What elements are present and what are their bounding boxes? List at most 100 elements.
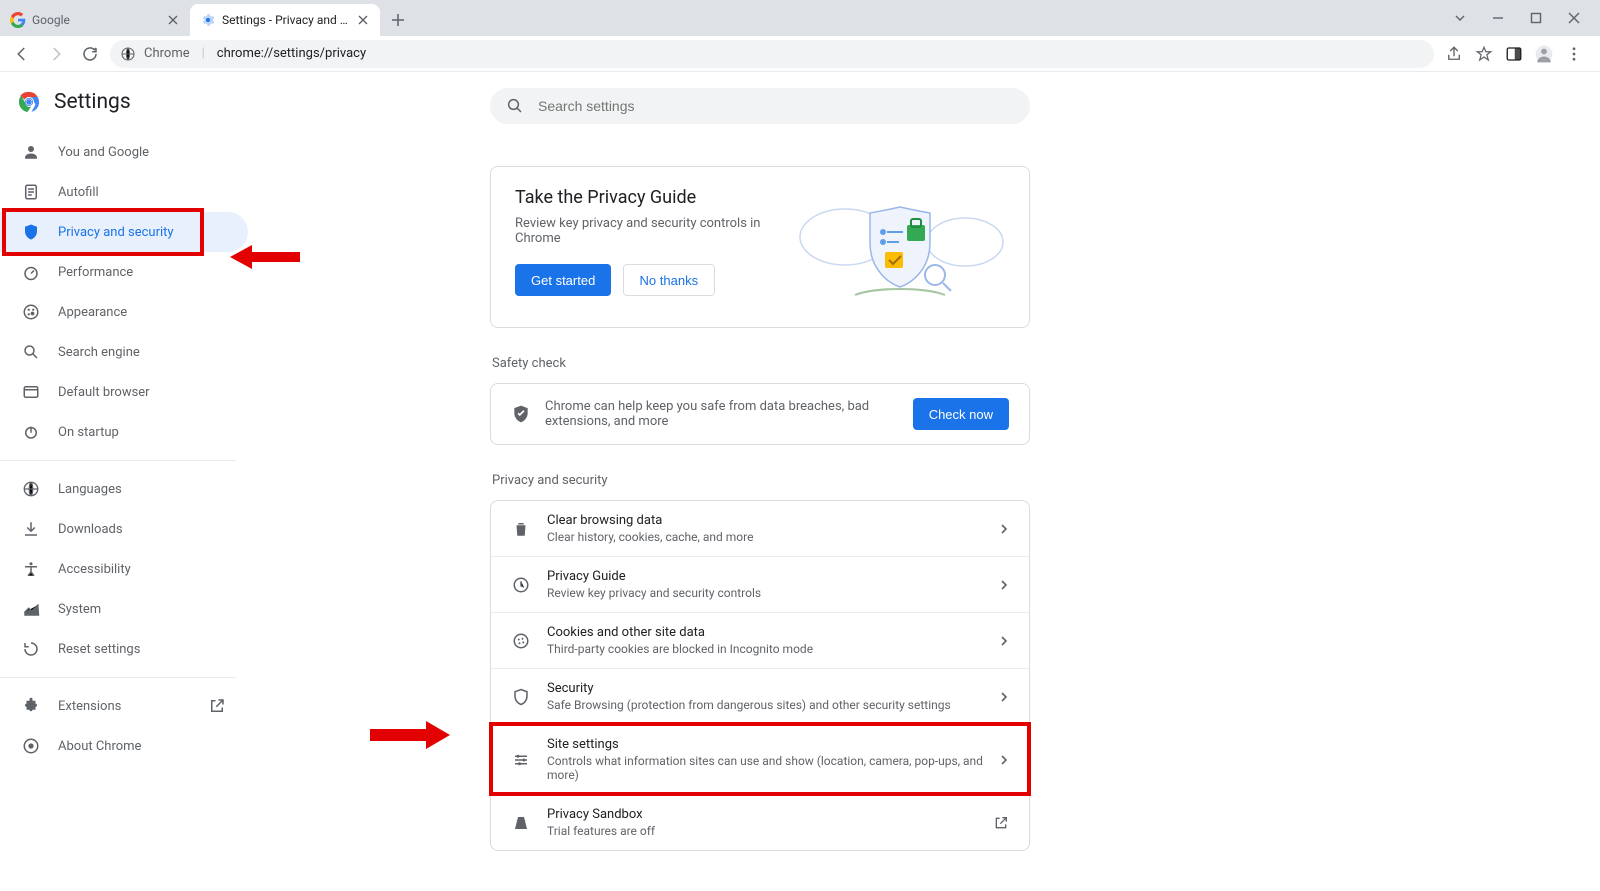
check-now-button[interactable]: Check now <box>913 398 1009 430</box>
reload-button[interactable] <box>76 40 104 68</box>
search-icon <box>506 97 524 115</box>
safety-check-card: Chrome can help keep you safe from data … <box>490 383 1030 445</box>
open-external-icon <box>208 697 226 715</box>
privacy-guide-title: Take the Privacy Guide <box>515 187 775 208</box>
performance-icon <box>22 263 40 281</box>
chevron-down-icon[interactable] <box>1446 4 1474 32</box>
nav-item-reset-settings[interactable]: Reset settings <box>0 629 248 669</box>
new-tab-button[interactable] <box>384 6 412 34</box>
settings-search[interactable] <box>490 88 1030 124</box>
nav-item-label: Default browser <box>58 385 150 400</box>
nav-item-label: Performance <box>58 265 133 280</box>
safety-check-text: Chrome can help keep you safe from data … <box>545 399 899 429</box>
close-tab-icon[interactable] <box>356 13 370 27</box>
side-panel-icon[interactable] <box>1500 40 1528 68</box>
browser-tab-settings[interactable]: Settings - Privacy and security <box>190 4 380 36</box>
default-browser-icon <box>22 383 40 401</box>
nav-item-about-chrome[interactable]: About Chrome <box>0 726 248 766</box>
site-info-icon[interactable] <box>120 46 136 62</box>
back-button[interactable] <box>8 40 36 68</box>
row-clear-browsing-data[interactable]: Clear browsing data Clear history, cookie… <box>491 501 1029 556</box>
row-security[interactable]: SecuritySafe Browsing (protection from d… <box>491 668 1029 724</box>
browser-tab-google[interactable]: Google <box>0 4 190 36</box>
window-buttons <box>1434 0 1600 36</box>
annotation-arrow-right <box>370 718 450 752</box>
profile-avatar[interactable] <box>1530 40 1558 68</box>
nav-item-label: About Chrome <box>58 739 141 754</box>
bookmark-icon[interactable] <box>1470 40 1498 68</box>
privacy-guide-card: Take the Privacy Guide Review key privac… <box>490 166 1030 328</box>
nav-item-label: Languages <box>58 482 122 497</box>
close-tab-icon[interactable] <box>166 13 180 27</box>
minimize-window-button[interactable] <box>1484 4 1512 32</box>
site-settings-icon <box>511 751 531 769</box>
nav-item-label: Appearance <box>58 305 127 320</box>
nav-item-accessibility[interactable]: Accessibility <box>0 549 248 589</box>
close-window-button[interactable] <box>1560 4 1588 32</box>
settings-sidebar: Settings You and GoogleAutofillPrivacy a… <box>0 72 260 891</box>
row-title: Privacy Guide <box>547 569 983 584</box>
chevron-right-icon <box>999 580 1009 590</box>
clear-browsing-data-icon <box>511 520 531 538</box>
row-title: Security <box>547 681 983 696</box>
languages-icon <box>22 480 40 498</box>
nav-item-on-startup[interactable]: On startup <box>0 412 248 452</box>
settings-search-input[interactable] <box>536 97 1014 115</box>
nav-item-system[interactable]: System <box>0 589 248 629</box>
row-title: Privacy Sandbox <box>547 807 977 822</box>
on-startup-icon <box>22 423 40 441</box>
shield-check-icon <box>511 404 531 424</box>
get-started-button[interactable]: Get started <box>515 264 611 296</box>
nav-item-label: Privacy and security <box>58 225 174 240</box>
nav-item-search-engine[interactable]: Search engine <box>0 332 248 372</box>
nav-item-extensions[interactable]: Extensions <box>0 686 248 726</box>
row-subtitle: Clear history, cookies, cache, and more <box>547 530 983 544</box>
row-privacy-sandbox[interactable]: Privacy Sandbox Trial features are off <box>491 794 1029 850</box>
row-site-settings[interactable]: Site settingsControls what information s… <box>491 724 1029 794</box>
system-icon <box>22 600 40 618</box>
chrome-logo-icon <box>18 91 40 113</box>
google-favicon <box>10 12 26 28</box>
cookies-icon <box>511 632 531 650</box>
nav-item-privacy-and-security[interactable]: Privacy and security <box>0 212 248 252</box>
privacy-guide-icon <box>511 576 531 594</box>
browser-toolbar: Chrome | chrome://settings/privacy <box>0 36 1600 72</box>
nav-item-label: You and Google <box>58 145 149 160</box>
nav-item-label: System <box>58 602 101 617</box>
nav-item-autofill[interactable]: Autofill <box>0 172 248 212</box>
nav-item-label: Search engine <box>58 345 140 360</box>
reset-settings-icon <box>22 640 40 658</box>
omnibox-url: chrome://settings/privacy <box>217 46 366 61</box>
maximize-window-button[interactable] <box>1522 4 1550 32</box>
row-subtitle: Trial features are off <box>547 824 977 838</box>
nav-item-performance[interactable]: Performance <box>0 252 248 292</box>
autofill-icon <box>22 183 40 201</box>
row-privacy-guide[interactable]: Privacy Guide Review key privacy and secu… <box>491 556 1029 612</box>
kebab-menu-icon[interactable] <box>1560 40 1588 68</box>
accessibility-icon <box>22 560 40 578</box>
share-icon[interactable] <box>1440 40 1468 68</box>
nav-item-downloads[interactable]: Downloads <box>0 509 248 549</box>
chevron-right-icon <box>999 755 1009 765</box>
row-cookies[interactable]: Cookies and other site dataThird-party c… <box>491 612 1029 668</box>
nav-item-appearance[interactable]: Appearance <box>0 292 248 332</box>
appearance-icon <box>22 303 40 321</box>
privacy-security-list: Clear browsing data Clear history, cookie… <box>490 500 1030 851</box>
nav-item-default-browser[interactable]: Default browser <box>0 372 248 412</box>
chevron-right-icon <box>999 636 1009 646</box>
open-external-icon <box>993 815 1009 831</box>
row-title: Clear browsing data <box>547 513 983 528</box>
row-title: Site settings <box>547 737 983 752</box>
nav-item-you-and-google[interactable]: You and Google <box>0 132 248 172</box>
no-thanks-button[interactable]: No thanks <box>623 264 716 296</box>
chevron-right-icon <box>999 524 1009 534</box>
forward-button[interactable] <box>42 40 70 68</box>
row-subtitle: Review key privacy and security controls <box>547 586 983 600</box>
nav-item-languages[interactable]: Languages <box>0 469 248 509</box>
address-bar[interactable]: Chrome | chrome://settings/privacy <box>110 40 1434 68</box>
nav-item-label: Extensions <box>58 699 121 714</box>
nav-item-label: Downloads <box>58 522 123 537</box>
settings-main: Take the Privacy Guide Review key privac… <box>260 72 1600 891</box>
safety-check-heading: Safety check <box>492 356 1030 371</box>
privacy-guide-subtitle: Review key privacy and security controls… <box>515 216 775 246</box>
